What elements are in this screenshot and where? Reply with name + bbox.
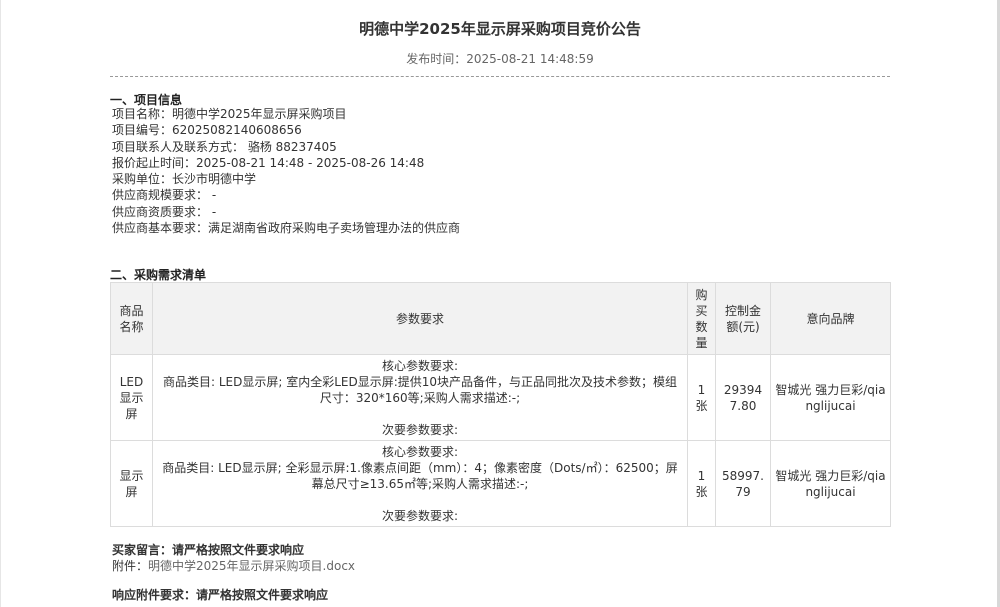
item-price: 58997.79 <box>715 440 771 527</box>
buyer-message: 买家留言：请严格按照文件要求响应 <box>112 541 304 558</box>
demand-table: 商品名称 参数要求 购买数量 控制金额(元) 意向品牌 LED显示屏 核心参数要… <box>110 282 891 527</box>
item-price: 293947.80 <box>715 354 771 441</box>
secondary-params-label: 次要参数要求: <box>381 508 459 523</box>
item-brand: 智城光 强力巨彩/qianglijucai <box>770 440 891 527</box>
info-project-name: 项目名称：明德中学2025年显示屏采购项目 <box>112 107 347 121</box>
header-name: 商品名称 <box>110 282 153 355</box>
buyer-message-text: 请严格按照文件要求响应 <box>172 543 305 557</box>
item-name: LED显示屏 <box>110 354 153 441</box>
attachment: 附件：明德中学2025年显示屏采购项目.docx <box>112 557 355 574</box>
info-project-number: 项目编号：62025082140608656 <box>112 123 302 138</box>
table-row: LED显示屏 核心参数要求: 商品类目: LED显示屏; 室内全彩LED显示屏:… <box>110 354 891 441</box>
item-qty: 1张 <box>687 440 716 527</box>
header-price: 控制金额(元) <box>715 282 771 355</box>
header-brand: 意向品牌 <box>770 282 891 355</box>
response-requirement: 响应附件要求：请严格按照文件要求响应 <box>112 586 328 603</box>
buyer-message-label: 买家留言： <box>112 543 173 557</box>
project-info: 项目名称：明德中学2025年显示屏采购项目 项目编号：6202508214060… <box>112 106 460 236</box>
info-contact: 项目联系人及联系方式： 骆杨 88237405 <box>112 139 337 154</box>
item-brand: 智城光 强力巨彩/qianglijucai <box>770 354 891 441</box>
item-params: 核心参数要求: 商品类目: LED显示屏; 室内全彩LED显示屏:提供10块产品… <box>152 354 688 441</box>
section-demand-list-heading: 二、采购需求清单 <box>110 268 207 282</box>
core-params-text: 商品类目: LED显示屏; 全彩显示屏:1.像素点间距（mm）：4；像素密度（D… <box>162 460 678 491</box>
header-qty: 购买数量 <box>687 282 716 355</box>
info-supplier-basic: 供应商基本要求：满足湖南省政府采购电子卖场管理办法的供应商 <box>112 221 461 236</box>
core-params-label: 核心参数要求: <box>381 444 459 459</box>
item-qty: 1张 <box>687 354 716 441</box>
header-params: 参数要求 <box>152 282 688 355</box>
response-text: 请严格按照文件要求响应 <box>196 588 329 602</box>
divider <box>110 76 890 77</box>
secondary-params-label: 次要参数要求: <box>381 422 459 437</box>
info-quote-period: 报价起止时间：2025-08-21 14:48 - 2025-08-26 14:… <box>112 155 425 170</box>
publish-time: 发布时间：2025-08-21 14:48:59 <box>406 52 594 66</box>
item-name: 显示屏 <box>110 440 153 527</box>
info-purchaser: 采购单位：长沙市明德中学 <box>112 172 257 187</box>
attachment-link[interactable]: 明德中学2025年显示屏采购项目.docx <box>148 559 355 573</box>
info-supplier-qualification: 供应商资质要求： - <box>112 204 217 219</box>
info-supplier-scale: 供应商规模要求： - <box>112 188 217 203</box>
core-params-label: 核心参数要求: <box>381 358 459 373</box>
response-label: 响应附件要求： <box>112 588 197 602</box>
item-params: 核心参数要求: 商品类目: LED显示屏; 全彩显示屏:1.像素点间距（mm）：… <box>152 440 688 527</box>
page-title: 明德中学2025年显示屏采购项目竞价公告 <box>359 20 641 38</box>
table-row: 显示屏 核心参数要求: 商品类目: LED显示屏; 全彩显示屏:1.像素点间距（… <box>110 440 891 527</box>
table-header-row: 商品名称 参数要求 购买数量 控制金额(元) 意向品牌 <box>110 282 891 355</box>
core-params-text: 商品类目: LED显示屏; 室内全彩LED显示屏:提供10块产品备件，与正品同批… <box>162 374 678 405</box>
attachment-label: 附件： <box>112 559 149 573</box>
